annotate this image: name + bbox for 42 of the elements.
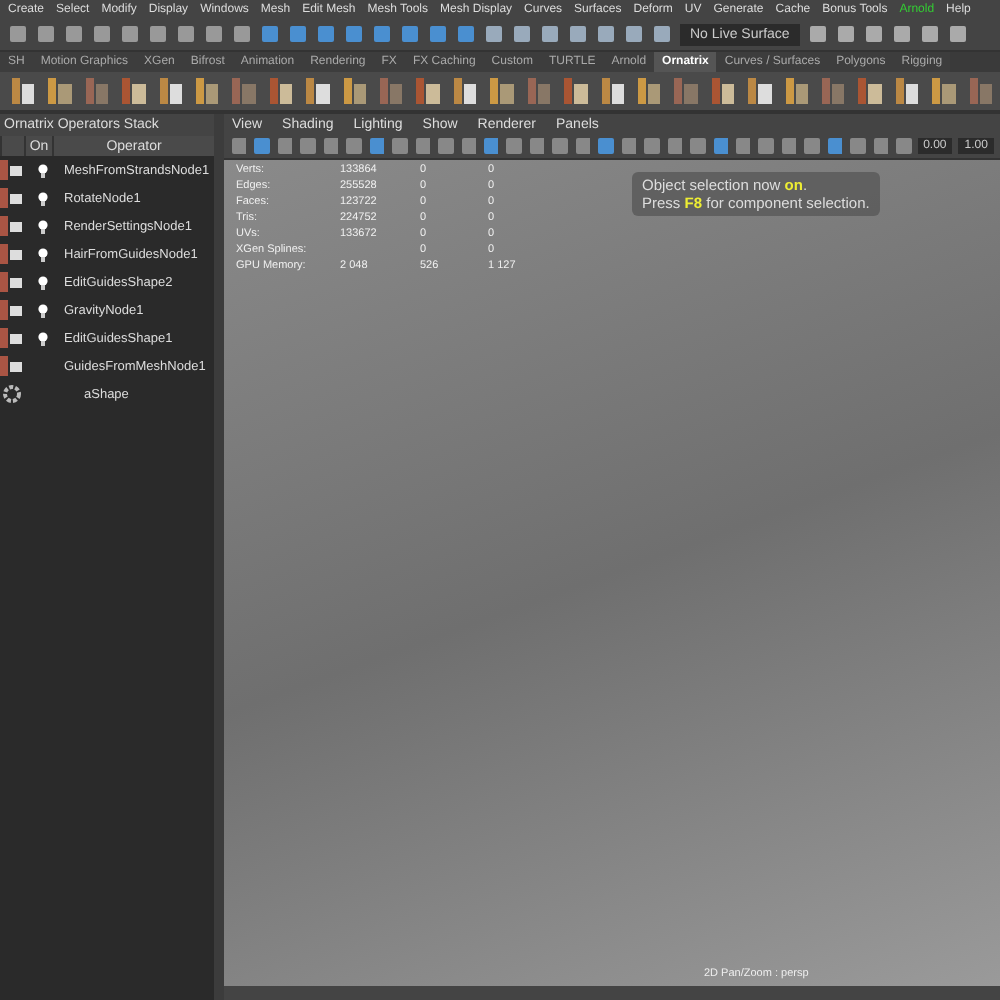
shelf-tool-icon[interactable] (781, 74, 808, 108)
lightbulb-icon[interactable] (37, 219, 47, 233)
toolbar-tool-icon[interactable] (919, 24, 940, 44)
node-icon (0, 298, 24, 322)
shelf-tool-icon[interactable] (928, 74, 956, 108)
lightbulb-icon[interactable] (37, 247, 47, 261)
lightbulb-icon[interactable] (37, 331, 47, 345)
shelf-tool-icon[interactable] (854, 74, 882, 108)
toolbar-tool-icon[interactable] (807, 24, 828, 44)
node-icon (0, 242, 24, 266)
shelf-tool-icon[interactable] (744, 74, 772, 108)
shelf-tool-icon[interactable] (118, 74, 146, 108)
lightbulb-icon[interactable] (37, 303, 47, 317)
node-icon (0, 270, 24, 294)
shelf-tool-icon[interactable] (486, 74, 514, 108)
shelf-tool-icon[interactable] (8, 74, 35, 108)
shelf-tool-icon[interactable] (633, 74, 661, 108)
gear-icon (0, 382, 24, 406)
shelf-tool-icon[interactable] (560, 74, 587, 108)
shelf-tool-icon[interactable] (302, 74, 330, 108)
toolbar-tool-icon[interactable] (835, 24, 856, 44)
node-icon (0, 186, 24, 210)
shelf-tool-icon[interactable] (265, 74, 293, 108)
shelf-tool-icon[interactable] (707, 74, 735, 108)
lightbulb-icon[interactable] (37, 191, 47, 205)
shelf-tool-icon[interactable] (597, 74, 624, 108)
toolbar-tool-icon[interactable] (891, 24, 912, 44)
toolbar-tool-icon[interactable] (947, 24, 968, 44)
toolbar-tool-icon[interactable] (863, 24, 884, 44)
shelf-tool-icon[interactable] (339, 74, 367, 108)
node-icon (0, 214, 24, 238)
node-icon (0, 354, 24, 378)
shelf-tool-icon[interactable] (449, 74, 477, 108)
shelf-tool-icon[interactable] (192, 74, 219, 108)
shelf-tool-icon[interactable] (44, 74, 72, 108)
shelf-tool-icon[interactable] (155, 74, 183, 108)
node-icon (0, 326, 24, 350)
lightbulb-icon[interactable] (37, 163, 47, 177)
lightbulb-icon[interactable] (37, 275, 47, 289)
node-icon (0, 158, 24, 182)
shelf-tool-icon[interactable] (891, 74, 919, 108)
shelf-tool-icon[interactable] (412, 74, 440, 108)
